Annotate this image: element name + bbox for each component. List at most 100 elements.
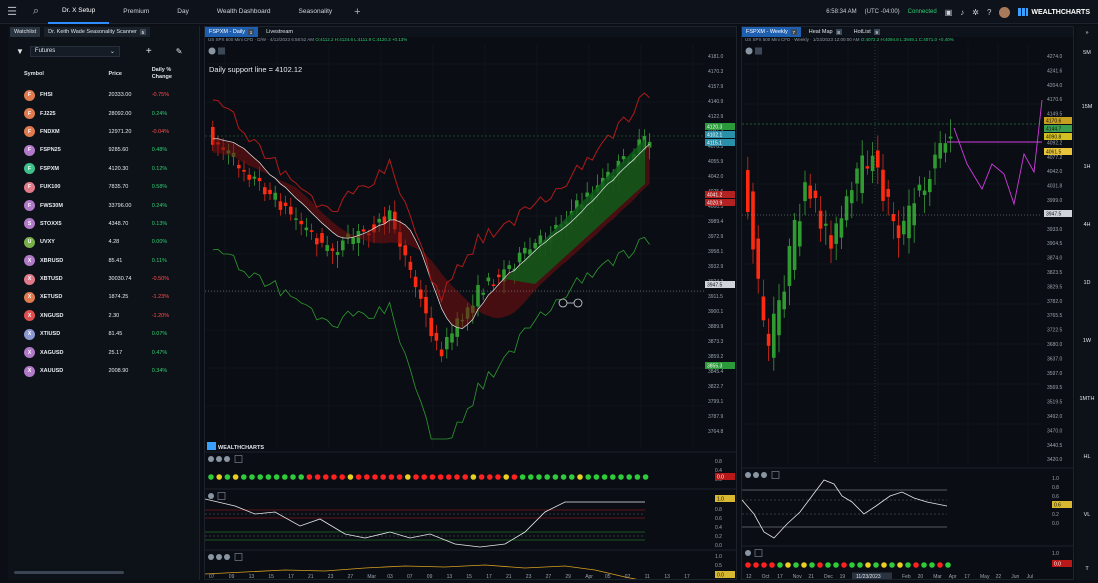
price-cell: 4348.70 [108,220,129,227]
watchlist-row[interactable]: X XBTUSD 30030.74 -0.50% [8,270,199,288]
candle [252,176,257,179]
pane-add-icon[interactable] [754,549,763,557]
pane-tool-icon[interactable] [224,554,230,560]
price-axis-label: 4241.6 [1047,68,1063,74]
timeframe-t[interactable]: T [1076,566,1098,572]
osc2-axis-label: 0.2 [715,534,722,540]
pane-tool-icon[interactable] [208,554,214,560]
watchlist-row[interactable]: X XBRUSD 85.41 0.11% [8,252,199,270]
add-tab-button[interactable]: + [346,6,368,18]
candle [523,247,527,254]
horizontal-scrollbar[interactable] [14,571,124,574]
timezone-selector[interactable]: (UTC -04:00) [865,9,900,15]
pane-add-icon[interactable] [771,471,780,479]
candle [320,233,324,243]
pane-add-icon[interactable] [234,455,243,463]
watchlist-row[interactable]: U UVXY 4.28 0.00% [8,233,199,251]
symbol-name: STOXX5 [40,220,62,227]
daily-chart[interactable]: Daily support line = 4102.12 4181.0 4170.3… [204,44,736,582]
tab-workspace[interactable]: Day [163,0,203,24]
timeframe-vl[interactable]: VL [1076,512,1098,518]
help-icon[interactable]: ? [987,8,991,17]
watchlist-row[interactable]: F FJ225 28092.00 0.24% [8,104,199,122]
clock: 6:58:34 AM [826,9,857,15]
col-symbol[interactable]: Symbol [24,71,108,77]
watchlist-row[interactable]: F FNDXM 12971.20 -0.04% [8,123,199,141]
tab-fspxm-daily[interactable]: FSPXM - Daily 1 [205,27,259,37]
chart-settings-icon[interactable] [745,47,753,55]
pane-add-icon[interactable] [217,492,226,500]
tab-livestream[interactable]: Livestream [262,27,297,37]
chart-close-icon[interactable] [755,47,762,55]
candle [907,205,911,239]
bell-icon[interactable]: ♪ [960,8,964,17]
timeframe-5m[interactable]: 5M [1076,50,1098,56]
pane-tool-icon[interactable] [224,456,230,462]
watchlist-row[interactable]: F FHSI 20333.00 -0.75% [8,86,199,104]
timeframe-1h[interactable]: 1H [1076,164,1098,170]
watchlist-row[interactable]: F FWS30M 33796.00 0.24% [8,196,199,214]
pane-tool-icon[interactable] [745,472,751,478]
gear-icon[interactable]: ✲ [972,8,979,17]
price-pane[interactable] [742,44,1073,464]
tab-workspace[interactable]: Premium [109,0,163,24]
tab-workspace[interactable]: Seasonality [285,0,347,24]
watchlist-row[interactable]: X XAGUSD 25.17 0.47% [8,343,199,361]
pane-tool-icon[interactable] [761,472,767,478]
list-selector[interactable]: Futures ⌄ [29,45,120,57]
x-axis-label: 03 [387,574,393,579]
timeframe-4h[interactable]: 4H [1076,222,1098,228]
watchlist-row[interactable]: X XETUSD 1874.25 -1.23% [8,288,199,306]
col-change[interactable]: Daily % Change [152,67,191,81]
x-axis-label: Dec [824,574,833,579]
watchlist-row[interactable]: F FUK100 7835.70 0.58% [8,178,199,196]
pane-tool-icon[interactable] [216,554,222,560]
pin-icon[interactable]: ✎ [176,47,183,56]
chart-close-icon[interactable] [218,47,225,55]
tab-seasonality-scanner[interactable]: Dr. Keith Wade Seasonality Scanner 5 [44,27,150,37]
search-icon[interactable]: ⌕ [24,0,48,24]
tab-heat-map[interactable]: Heat Map 8 [805,27,846,37]
watchlist-row[interactable]: X XTIUSD 81.45 0.07% [8,325,199,343]
watchlist-rows: F FHSI 20333.00 -0.75% F FJ225 28092.00 0.24% F F… [8,86,199,380]
watchlist-row[interactable]: S STOXX5 4348.70 0.13% [8,215,199,233]
pane-tool-icon[interactable] [216,456,222,462]
tab-fspxm-weekly[interactable]: FSPXM - Weekly 7 [742,27,801,37]
candle [283,202,288,206]
pane-tool-icon[interactable] [208,493,214,499]
avatar[interactable] [999,6,1011,18]
price-axis-label: 4042.0 [1047,169,1063,175]
price-axis-label: 3764.8 [708,429,724,435]
chart-settings-icon[interactable] [208,47,216,55]
filter-icon[interactable]: ▼ [16,47,24,56]
menu-icon[interactable]: ☰ [0,0,24,24]
weekly-chart[interactable]: 4274.04241.64204.04170.64149.54119.54092… [741,44,1073,580]
pane-tool-icon[interactable] [208,456,214,462]
price-axis-label: 4170.6 [1047,97,1063,103]
tab-workspace[interactable]: Dr. X Setup [48,0,110,24]
price-axis-label: 3597.0 [1047,371,1063,377]
col-price[interactable]: Price [108,71,151,77]
watchlist-row[interactable]: X XAUUSD 2008.90 0.34% [8,362,199,380]
watchlist-row[interactable]: F FSPXM 4120.30 0.12% [8,160,199,178]
pane-tool-icon[interactable] [753,472,759,478]
timeframe-hl[interactable]: HL [1076,454,1098,460]
timeframe-1d[interactable]: 1D [1076,280,1098,286]
timeframe-1mth[interactable]: 1MTH [1076,396,1098,402]
pane-tool-icon[interactable] [745,550,751,556]
timeframe-1w[interactable]: 1W [1076,338,1098,344]
signal-dot [626,474,632,480]
candle [434,332,439,341]
collapse-icon[interactable]: » [1076,30,1098,36]
tab-watchlist[interactable]: Watchlist [10,27,41,37]
watchlist-row[interactable]: X XNGUSD 2.30 -1.20% [8,307,199,325]
timeframe-15m[interactable]: 15M [1076,104,1098,110]
signal-dot [487,474,493,480]
add-symbol-button[interactable]: + [146,46,152,57]
tab-hotlist[interactable]: HotList 9 [850,27,884,37]
watchlist-row[interactable]: F FSPN25 9285.60 0.48% [8,141,199,159]
price-pane[interactable] [205,44,736,449]
save-icon[interactable]: ▣ [945,8,953,17]
tab-workspace[interactable]: Wealth Dashboard [203,0,285,24]
pane-add-icon[interactable] [234,553,243,561]
